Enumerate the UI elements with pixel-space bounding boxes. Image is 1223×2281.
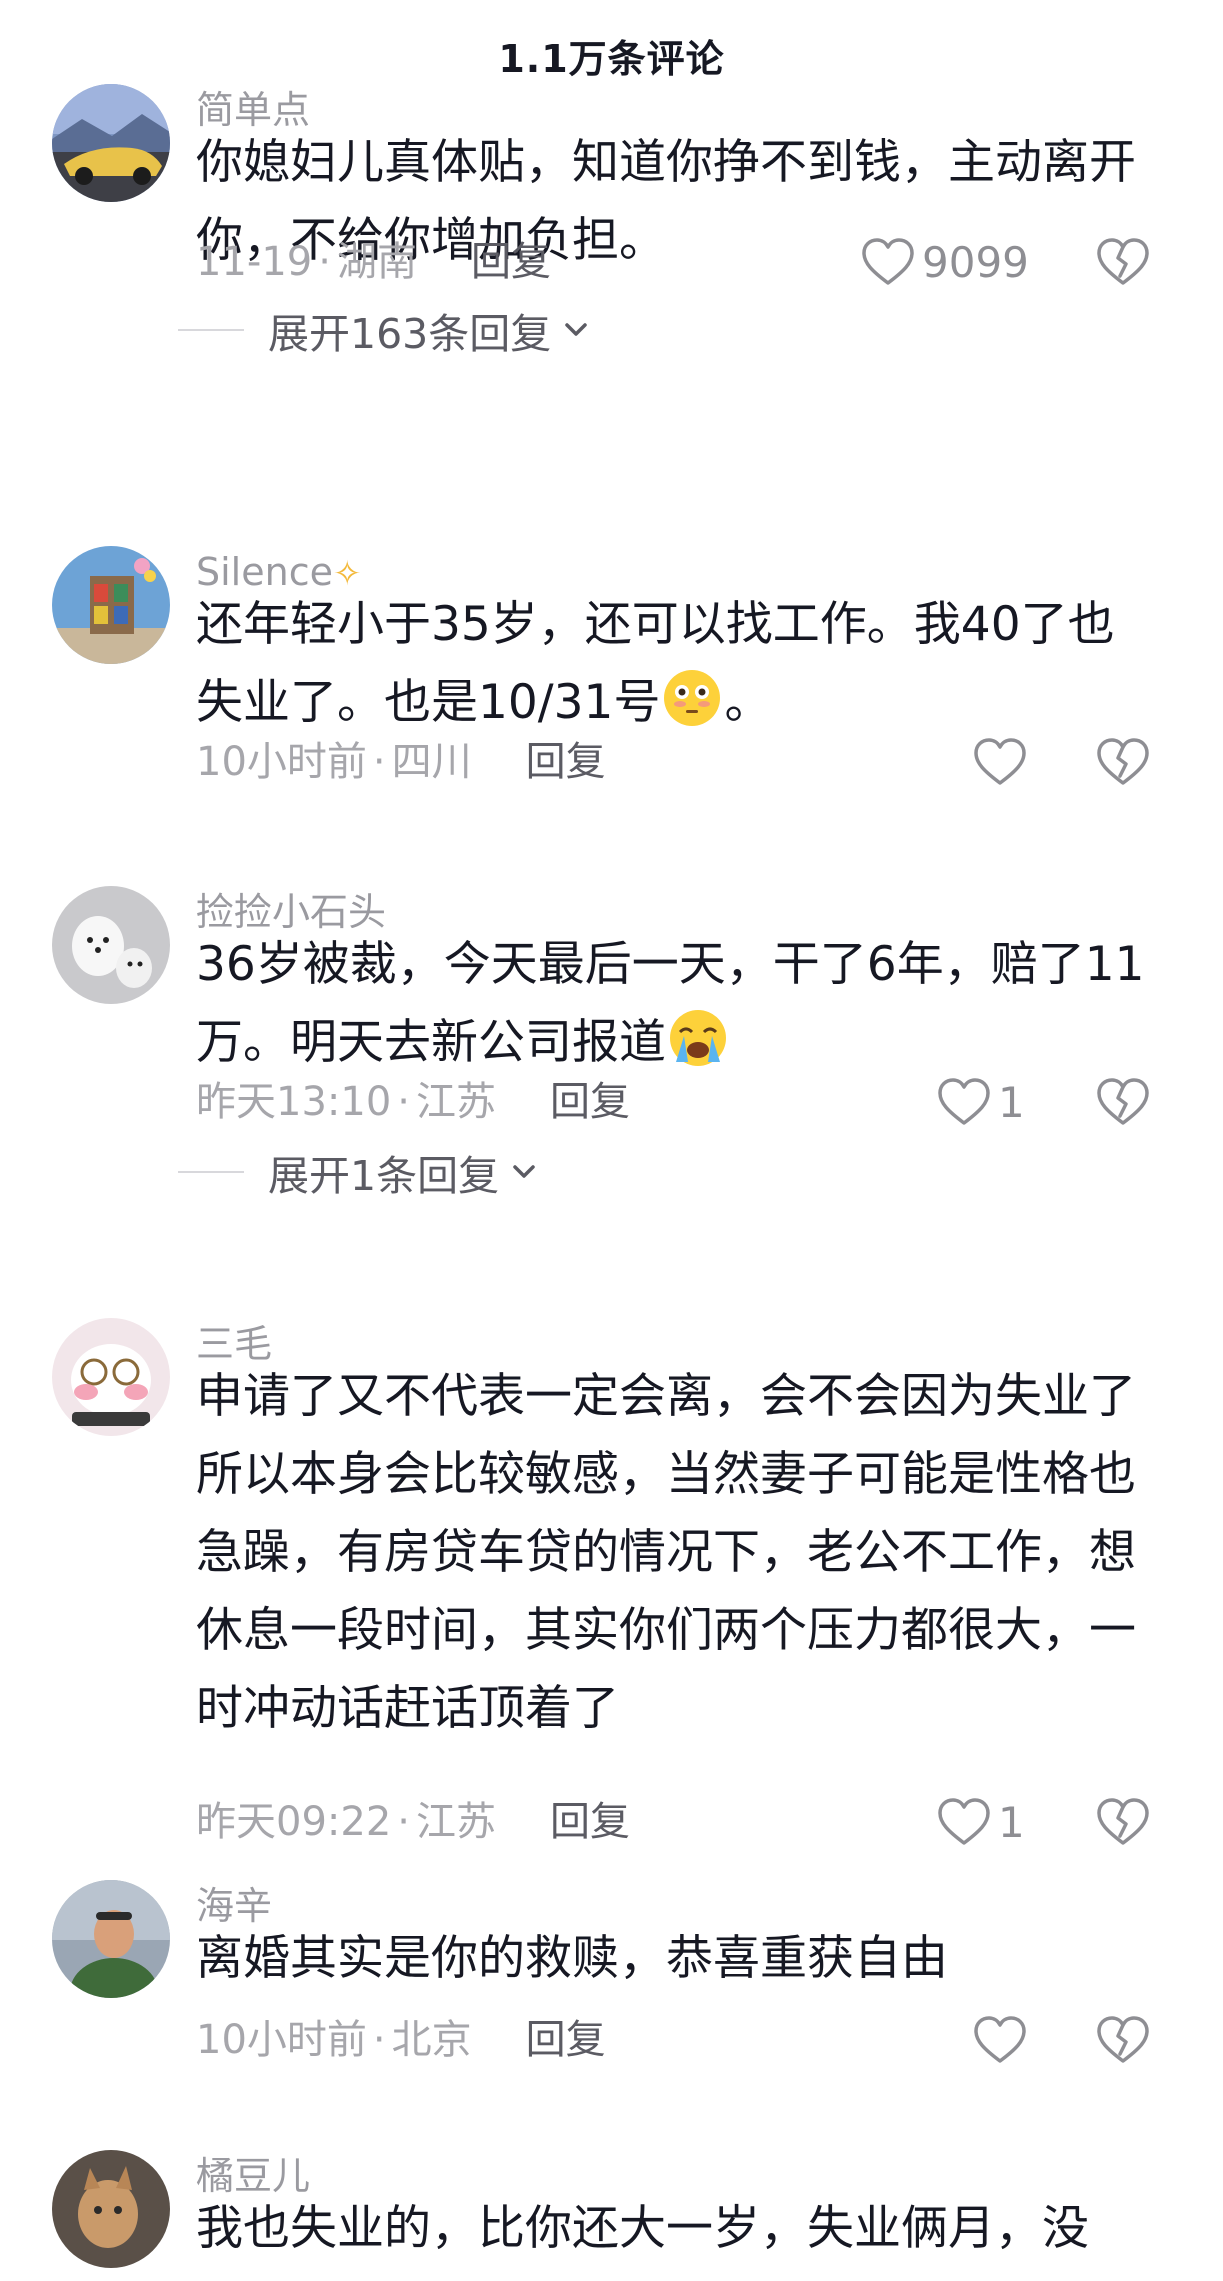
heart-outline-icon bbox=[974, 738, 1026, 785]
broken-heart-icon bbox=[1097, 1798, 1149, 1845]
divider-line bbox=[178, 1171, 244, 1173]
comment-meta: 10小时前 · 北京 回复 bbox=[196, 2017, 606, 2063]
reply-button[interactable]: 回复 bbox=[526, 739, 606, 785]
comment-meta: 11-19 · 湖南 回复 bbox=[196, 239, 551, 285]
expand-replies-button[interactable]: 展开163条回复 bbox=[178, 300, 593, 360]
comment-location: 江苏 bbox=[416, 1079, 496, 1125]
heart-outline-icon bbox=[862, 238, 914, 285]
comment-location: 四川 bbox=[391, 739, 472, 785]
comment-text: 还年轻小于35岁，还可以找工作。我40了也失业了。也是10/31号。 bbox=[196, 586, 1156, 742]
comment-text-part: 还年轻小于35岁，还可以找工作。我40了也失业了。也是10/31号 bbox=[196, 597, 1115, 730]
broken-heart-icon bbox=[1097, 738, 1149, 785]
comment-text: 离婚其实是你的救赎，恭喜重获自由 bbox=[196, 1931, 948, 1986]
like-button[interactable] bbox=[972, 734, 1028, 790]
heart-outline-icon bbox=[938, 1798, 990, 1845]
reply-button[interactable]: 回复 bbox=[550, 1799, 630, 1845]
comment-time: 11-19 bbox=[196, 239, 313, 285]
comment-time: 昨天13:10 bbox=[196, 1079, 392, 1125]
like-button[interactable]: 9099 bbox=[860, 234, 1029, 290]
like-button[interactable]: 1 bbox=[936, 1074, 1025, 1130]
comment-text: 申请了又不代表一定会离，会不会因为失业了所以本身会比较敏感，当然妻子可能是性格也… bbox=[196, 1369, 1136, 1736]
comment-location: 江苏 bbox=[416, 1799, 496, 1845]
comment-location: 湖南 bbox=[336, 239, 417, 285]
avatar[interactable] bbox=[52, 1880, 170, 1998]
reply-button[interactable]: 回复 bbox=[550, 1079, 630, 1125]
reply-button[interactable]: 回复 bbox=[526, 2017, 606, 2063]
expand-replies-label: 展开1条回复 bbox=[268, 1152, 500, 1200]
dislike-button[interactable] bbox=[1096, 1074, 1150, 1130]
reply-button[interactable]: 回复 bbox=[471, 239, 551, 285]
comment-text: 我也失业的，比你还大一岁，失业俩月，没 bbox=[196, 2201, 1089, 2256]
comment-count-title: 1.1万条评论 bbox=[498, 36, 725, 81]
expand-replies-label: 展开163条回复 bbox=[268, 310, 552, 358]
dislike-button[interactable] bbox=[1096, 1794, 1150, 1850]
avatar[interactable] bbox=[52, 886, 170, 1004]
chevron-down-icon bbox=[513, 1165, 535, 1178]
dislike-button[interactable] bbox=[1096, 234, 1150, 290]
flushed-face-emoji-icon bbox=[664, 670, 721, 726]
like-count: 9099 bbox=[922, 237, 1029, 287]
comment-time: 昨天09:22 bbox=[196, 1799, 392, 1845]
chevron-down-icon bbox=[565, 323, 588, 336]
broken-heart-icon bbox=[1097, 2016, 1149, 2063]
crying-face-emoji-icon bbox=[670, 1010, 726, 1066]
comment-location: 北京 bbox=[391, 2017, 472, 2063]
dislike-button[interactable] bbox=[1096, 2012, 1150, 2068]
divider-line bbox=[178, 329, 244, 331]
expand-replies-button[interactable]: 展开1条回复 bbox=[178, 1142, 541, 1202]
comment-text: 36岁被裁，今天最后一天，干了6年，赔了11万。明天去新公司报道 bbox=[196, 926, 1156, 1082]
dislike-button[interactable] bbox=[1096, 734, 1150, 790]
avatar[interactable] bbox=[52, 84, 170, 202]
comment-time: 10小时前 bbox=[196, 2017, 367, 2063]
heart-outline-icon bbox=[938, 1078, 990, 1125]
like-button[interactable] bbox=[972, 2012, 1028, 2068]
like-button[interactable]: 1 bbox=[936, 1794, 1025, 1850]
avatar[interactable] bbox=[52, 2150, 170, 2268]
heart-outline-icon bbox=[974, 2016, 1026, 2063]
like-count: 1 bbox=[998, 1797, 1025, 1847]
comment-meta: 10小时前 · 四川 回复 bbox=[196, 739, 606, 785]
avatar[interactable] bbox=[52, 546, 170, 664]
comment-text-part: 。 bbox=[724, 675, 772, 730]
broken-heart-icon bbox=[1097, 238, 1149, 285]
broken-heart-icon bbox=[1097, 1078, 1149, 1125]
comment-time: 10小时前 bbox=[196, 739, 367, 785]
avatar[interactable] bbox=[52, 1318, 170, 1436]
comment-meta: 昨天13:10 · 江苏 回复 bbox=[196, 1079, 630, 1125]
comments-header: 1.1万条评论 bbox=[0, 0, 1223, 110]
comment-meta: 昨天09:22 · 江苏 回复 bbox=[196, 1799, 630, 1845]
like-count: 1 bbox=[998, 1077, 1025, 1127]
